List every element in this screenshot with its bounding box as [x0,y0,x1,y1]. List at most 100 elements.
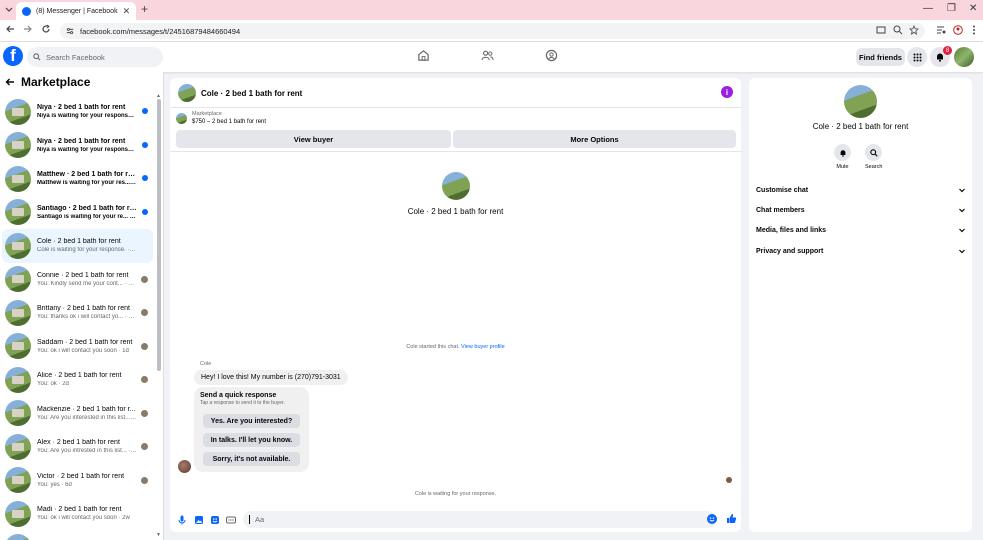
message-bubble[interactable]: Hey! I love this! My number is (270)791-… [194,370,348,385]
conversation-item[interactable]: Madi · 2 bed 1 bath for rent You: ok i wi… [2,497,153,531]
browser-tab[interactable]: (8) Messenger | Facebook ✕ [16,2,136,20]
thumbs-up-icon[interactable] [726,513,737,524]
sidebar-scrollbar[interactable] [157,99,161,371]
center-avatar[interactable] [441,172,470,200]
conversation-name: Alice · 2 bed 1 bath for rent [37,372,122,380]
mute-button[interactable] [834,144,851,161]
tab-title: (8) Messenger | Facebook [36,7,118,15]
reload-icon[interactable] [41,24,51,34]
conversation-item[interactable]: Niya · 2 bed 1 bath for rent Niya is wait… [2,95,153,129]
conversation-text: Mackenzie · 2 bed 1 bath for r... You: Ar… [37,406,137,421]
browser-menu-icon[interactable] [972,25,976,35]
customise-chat-section[interactable]: Customise chat [756,183,966,197]
image-icon[interactable] [194,515,204,525]
account-avatar[interactable] [954,47,974,67]
conversation-preview: Niya is waiting for your response. · 2h [37,113,137,120]
maximize-button[interactable]: ❐ [947,3,956,14]
conversation-item[interactable]: Alex · 2 bed 1 bath for rent You: Are you… [2,430,153,464]
conversation-avatar [5,199,31,226]
unread-dot [142,141,148,148]
conversation-item[interactable]: Saddam · 2 bed 1 bath for rent You: ok i … [2,330,153,364]
conversation-avatar [5,232,31,259]
close-window-button[interactable]: ✕ [969,3,977,14]
conversation-avatar [5,366,31,393]
minimize-button[interactable]: — [923,3,933,14]
conversation-item[interactable]: Connie · 2 bed 1 bath for rent You: Kindl… [2,263,153,297]
quick-reply-in-talks-button[interactable]: In talks. I'll let you know. [203,433,300,447]
chat-avatar[interactable] [178,84,196,102]
listing-thumbnail [176,113,187,124]
view-buyer-button[interactable]: View buyer [176,130,451,148]
tab-search-icon[interactable] [4,4,16,16]
conversation-item[interactable]: Matthew · 2 bed 1 bath for rent Matthew i… [2,162,153,196]
search-action[interactable]: Search [865,144,882,170]
back-icon[interactable] [5,24,15,34]
search-in-conversation-button[interactable] [865,144,883,161]
sender-avatar[interactable] [178,460,191,473]
back-arrow-icon[interactable] [5,77,15,87]
friends-icon[interactable] [481,49,494,62]
conversation-avatar [5,266,31,293]
quick-reply-not-available-button[interactable]: Sorry, it's not available. [203,452,300,466]
details-avatar[interactable] [844,85,877,118]
chat-members-section[interactable]: Chat members [756,203,966,217]
conversation-avatar [5,534,31,540]
conversation-name: Cole · 2 bed 1 bath for rent [37,238,121,246]
mute-action[interactable]: Mute [834,144,851,170]
search-icon [33,53,41,61]
sender-name: Cole [200,361,212,367]
magnifier-icon [869,148,878,157]
install-app-icon[interactable] [876,25,886,35]
conversation-item[interactable]: Niya · 2 bed 1 bath for rent Niya is wait… [2,129,153,163]
gif-icon[interactable] [226,515,236,525]
conversation-item[interactable]: Brittany · 2 bed 1 bath for rent You: tha… [2,296,153,330]
chevron-down-icon [958,206,966,214]
facebook-header: f Search Facebook Find friends 8 [0,42,983,72]
unread-dot [142,175,148,181]
conversation-item[interactable]: Mackenzie · 2 bed 1 bath for r... You: Ar… [2,397,153,431]
groups-icon[interactable] [545,49,558,62]
actions-divider [170,151,741,152]
conversation-item[interactable]: Santiago · 2 bed 1 bath for rent Santiago… [2,196,153,230]
more-options-button[interactable]: More Options [453,130,736,148]
conversation-name: Brittany · 2 bed 1 bath for rent [37,305,130,313]
forward-icon[interactable] [23,24,33,34]
menu-button[interactable] [907,47,927,67]
browser-toolbar: facebook.com/messages/t/2451687948466049… [0,20,983,42]
view-buyer-profile-link[interactable]: View buyer profile [461,344,505,350]
sticker-icon[interactable] [210,515,220,525]
conversation-item[interactable]: Alice · 2 bed 1 bath for rent You: ok · 2… [2,363,153,397]
address-bar[interactable]: facebook.com/messages/t/2451687948466049… [60,23,925,39]
conversation-item[interactable]: Victor · 2 bed 1 bath for rent You: yes ·… [2,464,153,498]
bookmark-star-icon[interactable] [909,25,919,35]
tab-close-icon[interactable]: ✕ [123,6,131,17]
customise-chat-label: Customise chat [756,186,809,194]
site-info-icon[interactable] [66,27,74,35]
profile-icon[interactable] [953,25,963,35]
reading-list-icon[interactable] [936,25,946,35]
facebook-search-input[interactable]: Search Facebook [27,47,163,67]
new-tab-button[interactable]: + [141,2,148,16]
scroll-down-arrow[interactable]: ▼ [156,532,161,538]
listing-summary[interactable]: Marketplace $750 – 2 bed 1 bath for rent [176,111,266,125]
conversation-preview: You: Are you interested in this list... … [37,414,137,421]
zoom-icon[interactable] [893,25,903,35]
conversation-info-button[interactable]: i [721,86,733,98]
message-input[interactable]: Aa [243,511,716,528]
privacy-support-section[interactable]: Privacy and support [756,244,966,258]
mute-label: Mute [836,164,849,170]
chat-started-message: Cole started this chat. View buyer profi… [170,344,741,350]
conversation-text: Cole · 2 bed 1 bath for rent Cole is wait… [37,238,137,253]
quick-reply-yes-button[interactable]: Yes. Are you interested? [203,414,300,428]
chat-header[interactable]: Cole · 2 bed 1 bath for rent [178,84,302,102]
conversation-item[interactable]: Myah · 2 bed 1 bath for rent [2,531,153,540]
facebook-logo[interactable]: f [3,46,23,66]
conversation-item[interactable]: Cole · 2 bed 1 bath for rent Cole is wait… [2,229,153,263]
microphone-icon[interactable] [178,515,186,525]
home-icon[interactable] [417,49,430,62]
chat-profile-center: Cole · 2 bed 1 bath for rent [170,172,741,216]
emoji-icon[interactable] [707,514,717,524]
find-friends-button[interactable]: Find friends [856,48,905,66]
media-files-links-section[interactable]: Media, files and links [756,223,966,237]
message-input-placeholder: Aa [255,515,265,524]
